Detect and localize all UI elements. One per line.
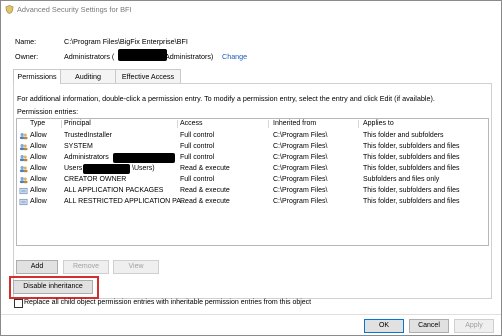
window-title-path: BFI (120, 5, 132, 14)
entry-type: Allow (30, 165, 47, 172)
entry-applies-to: This folder, subfolders and files (363, 154, 460, 161)
users-icon (19, 155, 28, 162)
entry-applies-to: This folder, subfolders and files (363, 187, 460, 194)
column-inherited-from[interactable]: Inherited from (273, 119, 316, 129)
entry-principal: Users (64, 165, 83, 172)
redacted-domain (118, 49, 167, 61)
entry-applies-to: This folder and subfolders (363, 132, 444, 139)
entry-inherited-from: C:\Program Files\ (273, 143, 328, 150)
entry-inherited-from: C:\Program Files\ (273, 198, 328, 205)
apply-button[interactable]: Apply (454, 319, 494, 333)
replace-child-permissions-label: Replace all child object permission entr… (24, 299, 312, 306)
entry-inherited-from: C:\Program Files\ (273, 154, 328, 161)
entry-applies-to: Subfolders and files only (363, 176, 440, 183)
table-row[interactable]: Allow TrustedInstaller Full control C:\P… (17, 131, 486, 141)
column-type[interactable]: Type (30, 119, 45, 129)
ok-button[interactable]: OK (364, 319, 404, 333)
add-button[interactable]: Add (16, 260, 58, 274)
cancel-button[interactable]: Cancel (409, 319, 449, 333)
table-row[interactable]: Allow CREATOR OWNER Full control C:\Prog… (17, 175, 486, 185)
entry-access: Read & execute (180, 198, 230, 205)
entry-access: Full control (180, 143, 215, 150)
owner-prefix: Administrators ( (64, 52, 115, 61)
entry-principal: TrustedInstaller (64, 132, 112, 139)
replace-child-permissions-checkbox[interactable] (14, 299, 23, 308)
footer-divider (1, 314, 501, 315)
users-icon (19, 133, 28, 140)
entry-principal-suffix: \Users) (132, 165, 155, 172)
entry-type: Allow (30, 154, 47, 161)
tab-permissions[interactable]: Permissions (13, 69, 61, 84)
entry-access: Read & execute (180, 187, 230, 194)
app-package-icon (19, 198, 28, 206)
column-principal[interactable]: Principal (64, 119, 91, 129)
table-row[interactable]: Allow SYSTEM Full control C:\Program Fil… (17, 142, 486, 152)
view-button[interactable]: View (113, 260, 159, 274)
shield-icon (5, 5, 14, 14)
redacted-principal (113, 153, 175, 163)
entry-access: Full control (180, 154, 215, 161)
remove-button[interactable]: Remove (63, 260, 109, 274)
entry-principal: ALL RESTRICTED APPLICATION PA... (64, 198, 187, 205)
name-label: Name: (15, 37, 37, 46)
table-row[interactable]: Allow Users \Users) Read & execute C:\Pr… (17, 164, 486, 174)
entry-type: Allow (30, 187, 47, 194)
window-title: Advanced Security Settings for BFI (17, 5, 132, 14)
table-row[interactable]: Allow ALL RESTRICTED APPLICATION PA... R… (17, 197, 486, 207)
entry-applies-to: This folder, subfolders and files (363, 165, 460, 172)
entry-inherited-from: C:\Program Files\ (273, 176, 328, 183)
table-row[interactable]: Allow ALL APPLICATION PACKAGES Read & ex… (17, 186, 486, 196)
entry-principal: ALL APPLICATION PACKAGES (64, 187, 164, 194)
permission-entries-label: Permission entries: (17, 107, 79, 116)
entry-access: Read & execute (180, 165, 230, 172)
advanced-security-dialog: Advanced Security Settings for BFI Name:… (0, 0, 502, 336)
tab-auditing[interactable]: Auditing (60, 69, 116, 83)
entry-type: Allow (30, 176, 47, 183)
info-text: For additional information, double-click… (17, 94, 435, 103)
table-row[interactable]: Allow Administrators Full control C:\Pro… (17, 153, 486, 163)
entry-type: Allow (30, 143, 47, 150)
users-icon (19, 177, 28, 184)
entry-inherited-from: C:\Program Files\ (273, 165, 328, 172)
title-bar: Advanced Security Settings for BFI (1, 1, 501, 19)
entry-inherited-from: C:\Program Files\ (273, 187, 328, 194)
permission-entries-list[interactable]: Type Principal Access Inherited from App… (16, 118, 489, 246)
entry-principal: SYSTEM (64, 143, 93, 150)
tab-effective-access[interactable]: Effective Access (115, 69, 181, 83)
entry-type: Allow (30, 198, 47, 205)
column-access[interactable]: Access (180, 119, 203, 129)
entry-principal: CREATOR OWNER (64, 176, 127, 183)
object-path: C:\Program Files\BigFix Enterprise\BFI (64, 37, 188, 46)
entry-applies-to: This folder, subfolders and files (363, 198, 460, 205)
column-applies-to[interactable]: Applies to (363, 119, 394, 129)
redacted-principal (83, 164, 130, 174)
entry-inherited-from: C:\Program Files\ (273, 132, 328, 139)
app-package-icon (19, 187, 28, 195)
entry-access: Full control (180, 176, 215, 183)
users-icon (19, 144, 28, 151)
owner-label: Owner: (15, 52, 39, 61)
entry-applies-to: This folder, subfolders and files (363, 143, 460, 150)
entry-type: Allow (30, 132, 47, 139)
owner-suffix: \Administrators) (163, 52, 214, 61)
entry-principal: Administrators (64, 154, 109, 161)
change-owner-link[interactable]: Change (222, 52, 247, 61)
highlight-box (9, 276, 99, 299)
window-title-prefix: Advanced Security Settings for (17, 5, 121, 14)
users-icon (19, 166, 28, 173)
entry-access: Full control (180, 132, 215, 139)
